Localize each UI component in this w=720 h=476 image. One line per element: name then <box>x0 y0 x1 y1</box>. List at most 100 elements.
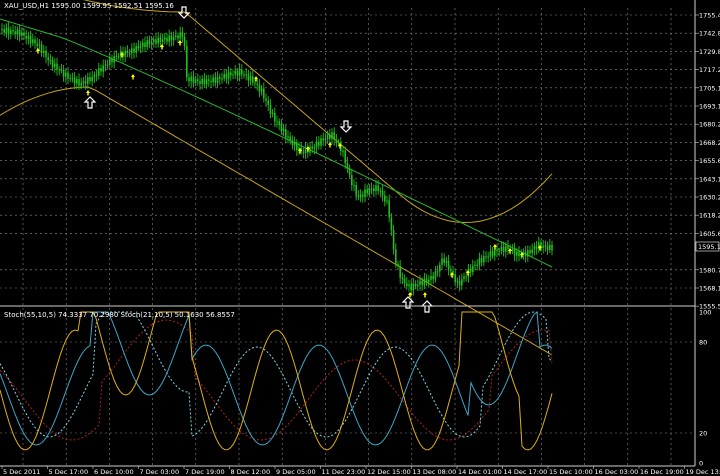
candle-body <box>157 37 159 44</box>
candle-body <box>496 249 498 252</box>
candle-body <box>175 35 177 37</box>
candle-body <box>443 258 445 263</box>
candle-body <box>315 141 318 148</box>
candle-body <box>65 72 67 77</box>
candle-body <box>531 249 533 254</box>
candle-body <box>333 132 335 140</box>
candle-body <box>456 280 459 283</box>
candle-body <box>245 74 247 76</box>
candle-body <box>344 150 346 163</box>
candle-body <box>524 252 527 257</box>
candle-body <box>406 283 408 286</box>
candle-body <box>263 88 265 99</box>
candle-body <box>183 37 186 47</box>
time-tick-label: 12 Dec 15:00 <box>367 468 411 476</box>
candle-body <box>351 175 353 186</box>
candle-body <box>289 136 291 141</box>
time-tick-label: 16 Dec 19:00 <box>640 468 684 476</box>
candle-body <box>322 138 324 141</box>
candle-body <box>197 79 199 81</box>
candle-body <box>346 163 349 169</box>
candle-body <box>549 245 551 250</box>
candle-body <box>324 139 327 141</box>
chart-background <box>0 0 720 476</box>
candle-body <box>384 195 386 202</box>
candle-body <box>243 74 245 76</box>
candle-body <box>461 279 463 286</box>
candle-body <box>58 69 60 71</box>
candle-body <box>353 185 355 187</box>
candle-body <box>139 46 142 48</box>
candle-body <box>480 258 483 263</box>
candle-body <box>271 112 274 114</box>
candle-body <box>104 64 107 66</box>
candle-body <box>274 112 276 122</box>
candle-body <box>450 269 452 271</box>
candle-body <box>247 74 250 81</box>
candle-body <box>390 217 393 230</box>
candle-body <box>478 258 481 265</box>
candle-body <box>434 271 437 280</box>
candle-body <box>128 53 131 55</box>
candle-body <box>518 251 520 257</box>
candle-body <box>205 79 208 85</box>
candle-body <box>7 27 10 34</box>
candle-body <box>465 276 467 278</box>
candle-body <box>76 79 78 84</box>
candle-body <box>463 276 465 279</box>
candle-body <box>403 278 406 284</box>
stoch-indicator-title: Stoch(55,10,5) 74.3337 70.2980 Stoch(21,… <box>4 311 235 319</box>
candle-body <box>109 58 111 65</box>
trading-chart[interactable]: 1755.40 1742.85 1729.85 1717.20 1705.15 1693.… <box>0 0 720 476</box>
candle-body <box>238 69 241 76</box>
candle-body <box>445 260 448 263</box>
candle-body <box>269 105 272 114</box>
candle-body <box>335 139 338 142</box>
price-tick-label: 1605.60 <box>699 230 720 238</box>
candle-body <box>203 78 206 85</box>
candle-body <box>516 251 518 256</box>
price-tick-label: 1655.65 <box>699 157 720 165</box>
candle-body <box>375 185 377 192</box>
candle-body <box>223 73 225 79</box>
candle-body <box>80 82 82 86</box>
candle-body <box>188 77 190 82</box>
candle-body <box>84 81 87 84</box>
candle-body <box>285 129 287 138</box>
candle-body <box>148 40 151 44</box>
candle-body <box>293 142 296 146</box>
candle-body <box>326 134 329 139</box>
candle-body <box>166 37 168 42</box>
candle-body <box>348 168 351 175</box>
candle-body <box>320 138 322 146</box>
time-tick-label: 14 Dec 17:00 <box>504 468 548 476</box>
candle-body <box>137 45 140 48</box>
time-tick-label: 5 Dec 17:00 <box>49 468 89 476</box>
candle-body <box>311 146 313 149</box>
candle-body <box>232 74 234 76</box>
candle-body <box>529 250 531 254</box>
candle-body <box>214 77 217 83</box>
candle-body <box>329 134 331 140</box>
time-tick-label: 11 Dec 23:00 <box>322 468 366 476</box>
candle-body <box>410 284 412 291</box>
candle-body <box>1 29 3 31</box>
candle-body <box>67 72 69 79</box>
candle-body <box>38 44 41 46</box>
symbol-label: XAU_USD,H1 <box>4 2 50 10</box>
candle-body <box>12 30 14 32</box>
time-tick-label: 5 Dec 2011 <box>3 468 40 476</box>
candle-body <box>254 82 256 84</box>
candle-body <box>23 32 25 36</box>
candle-body <box>489 251 492 257</box>
candle-body <box>379 190 382 192</box>
candle-body <box>412 283 415 291</box>
candle-body <box>29 35 32 44</box>
candle-body <box>153 39 155 42</box>
price-tick-label: 1693.10 <box>699 103 720 111</box>
candle-body <box>186 46 188 78</box>
candle-body <box>51 60 54 68</box>
candle-body <box>388 200 390 218</box>
candle-body <box>302 151 305 153</box>
candle-body <box>474 264 476 266</box>
